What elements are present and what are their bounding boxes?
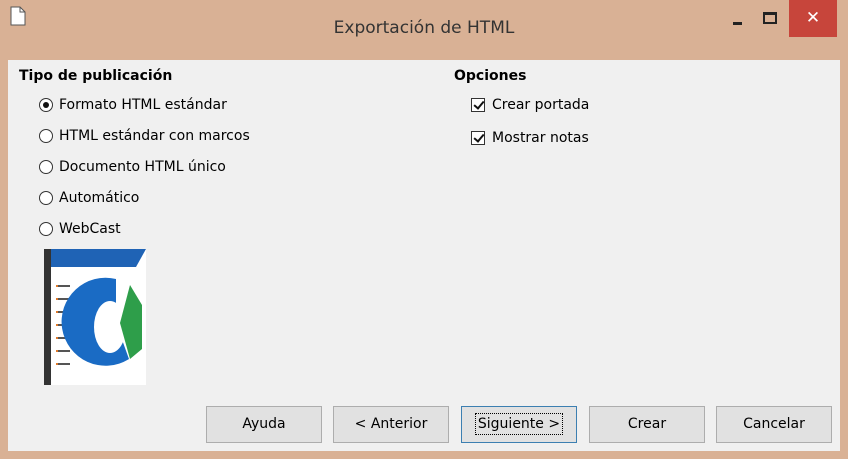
checkbox-icon[interactable] (471, 131, 485, 145)
radio-label: WebCast (59, 221, 121, 237)
dialog-content: Tipo de publicación Formato HTML estánda… (8, 60, 840, 451)
dialog-window: Exportación de HTML ✕ Tipo de publicació… (0, 0, 848, 459)
radio-button-icon[interactable] (39, 98, 53, 112)
checkbox-label: Mostrar notas (492, 130, 589, 146)
close-button[interactable]: ✕ (789, 0, 837, 37)
minimize-button[interactable] (724, 6, 752, 32)
next-button-label: Siguiente > (474, 413, 564, 435)
checkbox-show-notes[interactable]: Mostrar notas (471, 128, 589, 148)
options-heading: Opciones (454, 68, 527, 84)
radio-button-icon[interactable] (39, 160, 53, 174)
radio-label: HTML estándar con marcos (59, 128, 250, 144)
maximize-button[interactable] (755, 6, 783, 32)
radio-webcast[interactable]: WebCast (39, 219, 121, 239)
checkbox-create-cover[interactable]: Crear portada (471, 95, 589, 115)
create-button[interactable]: Crear (589, 406, 705, 443)
radio-label: Formato HTML estándar (59, 97, 227, 113)
back-button[interactable]: < Anterior (333, 406, 449, 443)
radio-html-frames[interactable]: HTML estándar con marcos (39, 126, 250, 146)
radio-label: Automático (59, 190, 140, 206)
radio-standard-html[interactable]: Formato HTML estándar (39, 95, 227, 115)
radio-single-document[interactable]: Documento HTML único (39, 157, 226, 177)
help-button[interactable]: Ayuda (206, 406, 322, 443)
checkbox-icon[interactable] (471, 98, 485, 112)
cancel-button[interactable]: Cancelar (716, 406, 832, 443)
window-title: Exportación de HTML (333, 18, 515, 38)
radio-automatic[interactable]: Automático (39, 188, 139, 208)
publication-type-heading: Tipo de publicación (19, 68, 173, 84)
presentation-preview-icon (44, 249, 146, 385)
radio-button-icon[interactable] (39, 129, 53, 143)
radio-button-icon[interactable] (39, 191, 53, 205)
radio-button-icon[interactable] (39, 222, 53, 236)
radio-label: Documento HTML único (59, 159, 226, 175)
checkbox-label: Crear portada (492, 97, 590, 113)
close-icon: ✕ (805, 8, 821, 28)
title-bar[interactable]: Exportación de HTML ✕ (0, 0, 848, 60)
next-button[interactable]: Siguiente > (461, 406, 577, 443)
